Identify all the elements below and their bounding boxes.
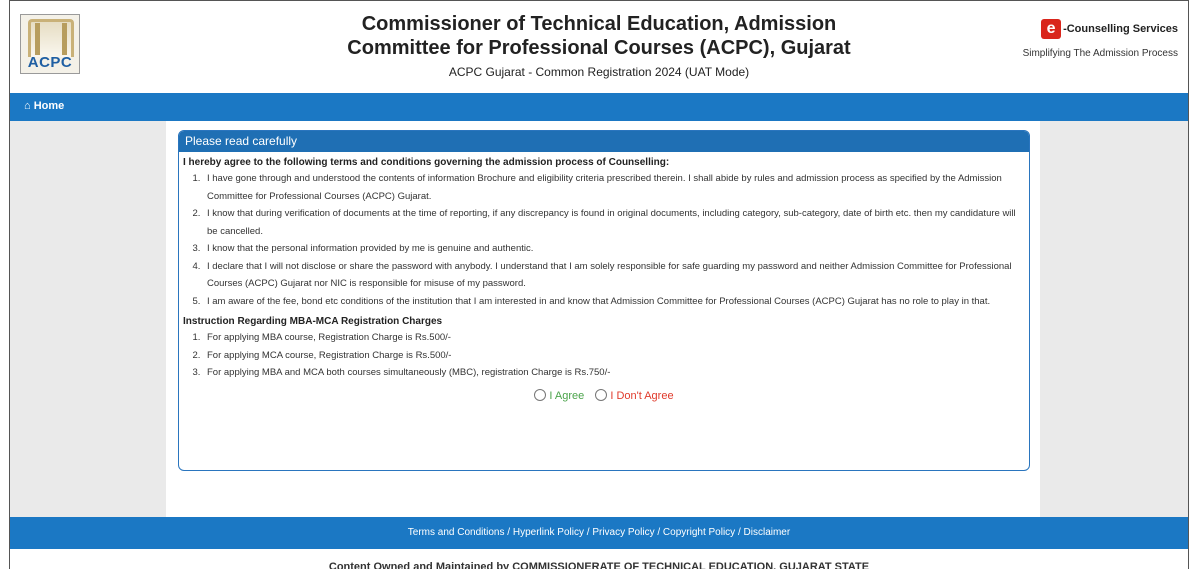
link-separator: / — [504, 527, 513, 538]
panel-heading: Please read carefully — [179, 131, 1029, 152]
navbar: ⌂ Home — [10, 93, 1188, 121]
ecounselling-tagline: Simplifying The Admission Process — [1022, 48, 1178, 59]
main-content: Please read carefully I hereby agree to … — [166, 121, 1040, 517]
hyperlink-policy-link[interactable]: Hyperlink Policy — [513, 527, 584, 538]
list-item: For applying MBA course, Registration Ch… — [203, 329, 1025, 347]
disagree-radio[interactable] — [595, 388, 608, 401]
footer-links-bar: Terms and Conditions / Hyperlink Policy … — [10, 517, 1188, 549]
terms-link[interactable]: Terms and Conditions — [408, 527, 505, 538]
page-frame: ACPC Commissioner of Technical Education… — [9, 0, 1189, 569]
subtitle: ACPC Gujarat - Common Registration 2024 … — [448, 65, 750, 79]
privacy-policy-link[interactable]: Privacy Policy — [592, 527, 654, 538]
home-link[interactable]: ⌂ Home — [24, 100, 64, 112]
list-item: I am aware of the fee, bond etc conditio… — [203, 293, 1025, 311]
link-separator: / — [735, 527, 744, 538]
list-item: I have gone through and understood the c… — [203, 170, 1025, 205]
charges-list: For applying MBA course, Registration Ch… — [203, 329, 1025, 382]
list-item: For applying MCA course, Registration Ch… — [203, 347, 1025, 365]
disclaimer-link[interactable]: Disclaimer — [744, 527, 791, 538]
terms-title: I hereby agree to the following terms an… — [183, 157, 670, 168]
agree-radio[interactable] — [534, 388, 547, 401]
e-logo-icon: e — [1041, 19, 1062, 39]
list-item: For applying MBA and MCA both courses si… — [203, 364, 1025, 382]
home-label: Home — [33, 100, 65, 112]
panel-body: I hereby agree to the following terms an… — [179, 152, 1029, 402]
ownership-text: Content Owned and Maintained by COMMISSI… — [328, 561, 870, 569]
terms-panel: Please read carefully I hereby agree to … — [178, 130, 1030, 471]
home-icon: ⌂ — [24, 100, 31, 112]
agreement-options: I Agree I Don't Agree — [183, 388, 1025, 402]
terms-list: I have gone through and understood the c… — [203, 170, 1025, 310]
copyright-policy-link[interactable]: Copyright Policy — [663, 527, 735, 538]
site-header: ACPC Commissioner of Technical Education… — [10, 1, 1188, 91]
ecounselling-brand: e -Counselling Services Simplifying The … — [1008, 19, 1178, 59]
list-item: I know that the personal information pro… — [203, 240, 1025, 258]
footer-links: Terms and Conditions / Hyperlink Policy … — [10, 517, 1188, 549]
list-item: I know that during verification of docum… — [203, 205, 1025, 240]
agree-label: I Agree — [549, 389, 585, 402]
ecounselling-name: -Counselling Services — [1063, 23, 1178, 35]
link-separator: / — [654, 527, 663, 538]
charges-title: Instruction Regarding MBA-MCA Registrati… — [183, 316, 443, 327]
list-item: I declare that I will not disclose or sh… — [203, 258, 1025, 293]
disagree-label: I Don't Agree — [610, 389, 674, 402]
disagree-option[interactable]: I Don't Agree — [595, 388, 674, 402]
agree-option[interactable]: I Agree — [534, 388, 595, 402]
